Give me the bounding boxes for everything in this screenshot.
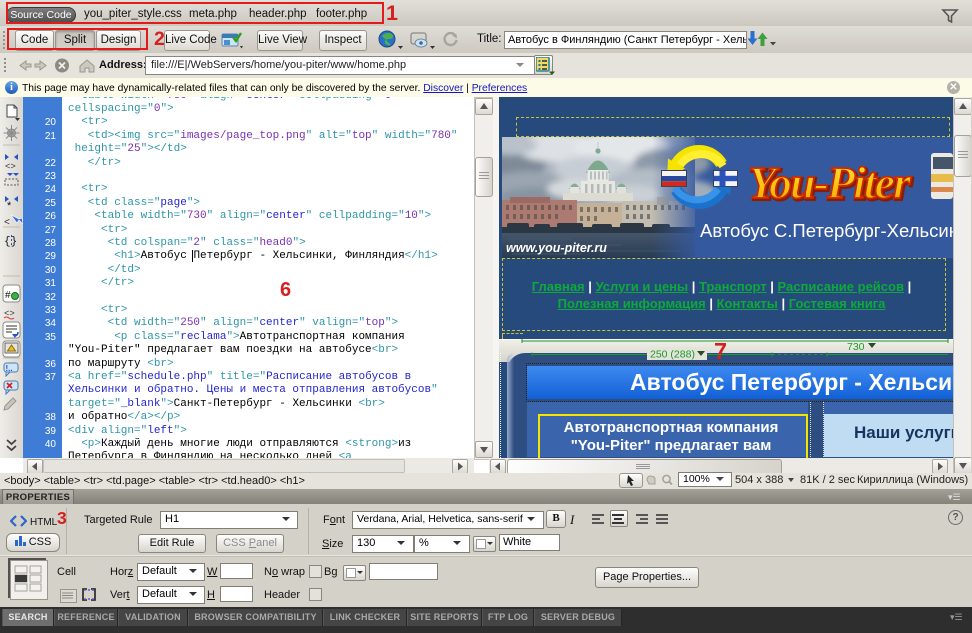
svg-text:*: * — [7, 200, 12, 212]
svg-text:<>: <> — [5, 162, 16, 172]
svg-text:#: # — [5, 290, 11, 301]
svg-text:Автобус С.Петербург-Хельсинки: Автобус С.Петербург-Хельсинки — [700, 220, 953, 241]
svg-text:{}: {} — [4, 236, 17, 248]
svg-text:250 (288): 250 (288) — [650, 349, 695, 361]
svg-text:!..: !.. — [6, 364, 13, 373]
svg-text:<: < — [4, 218, 10, 229]
svg-text:730: 730 — [847, 341, 865, 353]
svg-text:www.you-piter.ru: www.you-piter.ru — [506, 241, 607, 255]
svg-text:You-Piter: You-Piter — [748, 157, 912, 208]
